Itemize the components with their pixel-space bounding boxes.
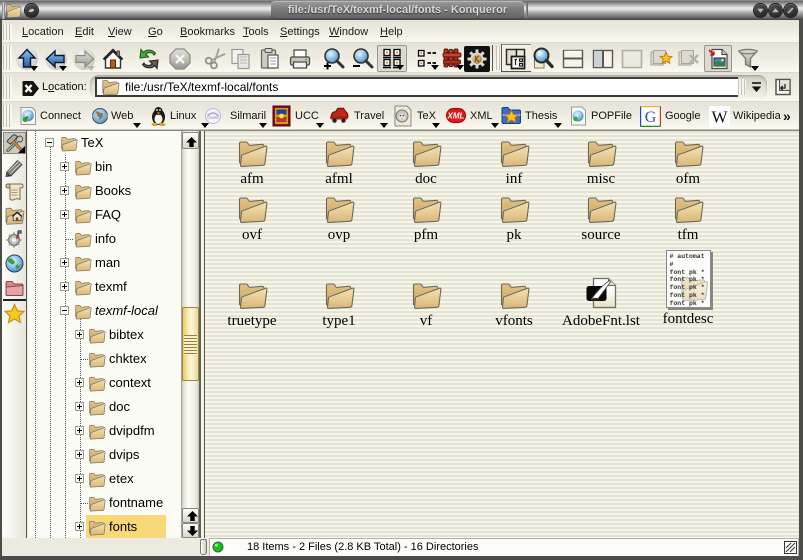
svg-text:W: W <box>711 108 728 127</box>
svg-text:Gweb: Gweb <box>207 115 219 120</box>
svg-text:G: G <box>645 109 657 126</box>
svg-text:XML: XML <box>447 112 465 121</box>
